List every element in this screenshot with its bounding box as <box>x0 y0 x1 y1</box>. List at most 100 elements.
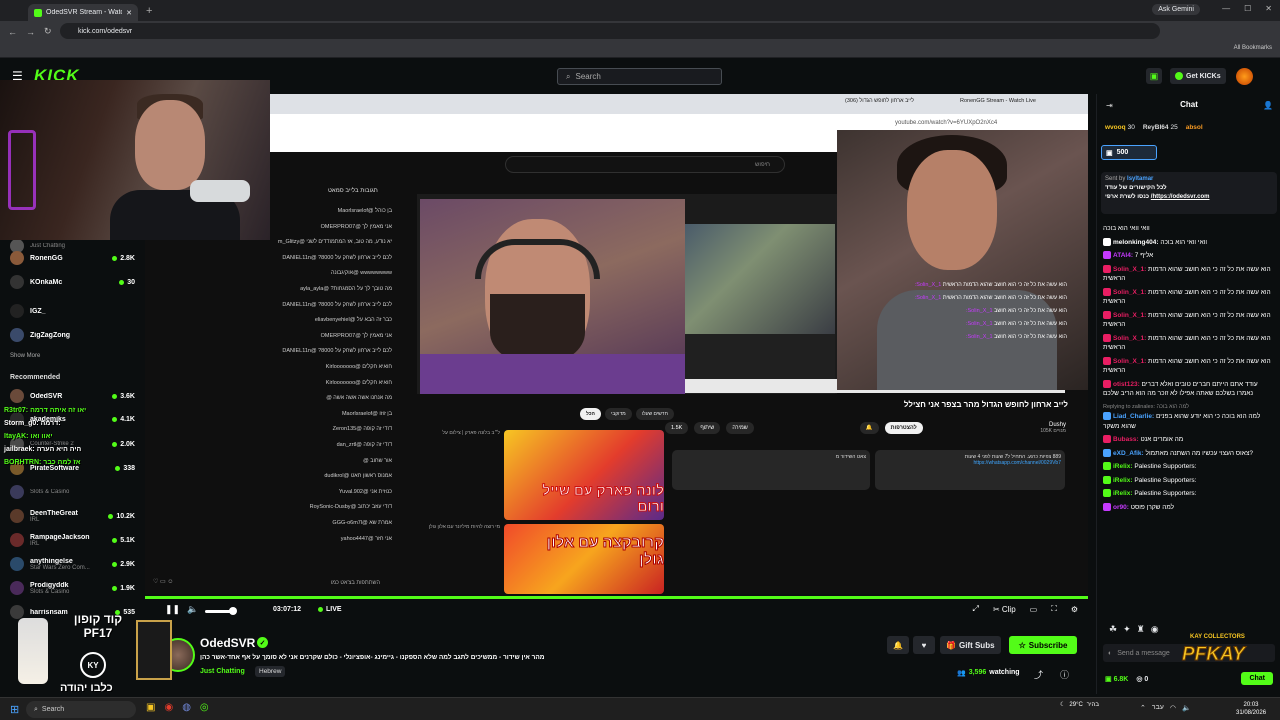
video-player[interactable]: לייב ארחון לחופש הגדול (306) RonenGG Str… <box>145 94 1088 594</box>
gift-icon[interactable]: ▣ <box>1146 68 1162 84</box>
pinned-link[interactable]: https://odedsvr.com/ <box>1151 194 1210 200</box>
minimize-icon[interactable]: — <box>1222 4 1230 13</box>
chat-message[interactable]: ATAI4: אליף 7 <box>1103 251 1275 261</box>
app-icon[interactable]: ◎ <box>200 702 209 713</box>
forward-icon[interactable]: → <box>26 27 35 37</box>
language-tag[interactable]: Hebrew <box>255 666 286 677</box>
taskbar-search[interactable]: ⌕ Search <box>26 701 136 718</box>
chat-users-icon[interactable]: 👤 <box>1263 101 1273 110</box>
chat-message[interactable]: Solin_X_1: הוא עשה את כל זה כי הוא חושב … <box>1103 356 1275 376</box>
chat-username[interactable]: Solin_X_1: <box>1113 312 1146 319</box>
chat-message[interactable]: eXD_Afik: צאוס העצוי עכשיו מה השתנה מאתמ… <box>1103 448 1275 459</box>
chat-message[interactable]: iRelix: Palestine Supporters: <box>1103 462 1275 472</box>
more-options-icon[interactable]: ⓘ <box>1060 668 1069 681</box>
chat-username[interactable]: Solin_X_1: <box>1113 266 1146 273</box>
sidebar-channel-deenthegreat[interactable]: DeenTheGreat IRL 10.2K <box>10 504 135 528</box>
chat-message[interactable]: Solin_X_1: הוא עשה את כל זה כי הוא חושב … <box>1103 264 1275 284</box>
chat-username[interactable]: Solin_X_1: <box>1113 335 1146 342</box>
wifi-icon[interactable]: ◠ <box>1170 704 1176 712</box>
url-field[interactable]: kick.com/odedsvr <box>60 23 1160 39</box>
sidebar-channel-ronengg[interactable]: RonenGG 2.8K <box>10 246 135 270</box>
chat-username[interactable]: or90: <box>1113 504 1129 511</box>
volume-icon[interactable]: 🔈 <box>1182 704 1191 712</box>
close-tab-icon[interactable]: ✕ <box>126 9 132 17</box>
sidebar-channel-prodigyddk[interactable]: Prodigyddk Slots & Casino 1.9K <box>10 576 135 600</box>
fullscreen-exit-icon[interactable]: ⤢ <box>973 604 979 614</box>
sidebar-channel-zigzagzong[interactable]: ZigZagZong <box>10 323 135 347</box>
volume-knob[interactable] <box>229 607 237 615</box>
kicks-balance[interactable]: ▣ 6.8K <box>1105 675 1128 683</box>
back-icon[interactable]: ← <box>8 27 17 37</box>
settings-icon[interactable]: ⚙ <box>1071 605 1078 614</box>
chat-message[interactable]: Solin_X_1: הוא עשה את כל זה כי הוא חושב … <box>1103 310 1275 330</box>
all-bookmarks-button[interactable]: All Bookmarks <box>1234 45 1272 51</box>
live-indicator[interactable]: LIVE <box>318 606 342 613</box>
user-avatar[interactable] <box>1236 68 1253 85</box>
chat-username[interactable]: Solin_X_1: <box>1113 289 1146 296</box>
pinned-message[interactable]: Sent by Isyltamar לכל הקישורים של עודד h… <box>1101 172 1277 214</box>
chat-message[interactable]: Replying to zalinalex: למה הוא בוכה Liad_… <box>1103 403 1275 432</box>
discord-icon[interactable]: ◍ <box>182 702 191 713</box>
browser-tab[interactable]: OdedSVR Stream - Watch L ✕ <box>28 4 138 21</box>
share-icon[interactable]: ⤴ <box>1034 668 1043 681</box>
live-progress-bar[interactable] <box>145 596 1088 599</box>
chat-username[interactable]: Liad_Charlie: <box>1113 413 1154 420</box>
chat-message[interactable]: melonking404: וואי וואי הוא בוכה <box>1103 237 1275 248</box>
maximize-icon[interactable]: ☐ <box>1244 4 1251 13</box>
sidebar-channel[interactable]: Slots & Casino <box>10 480 135 504</box>
sidebar-channel-konkamc[interactable]: KOnkaMc 30 <box>10 270 135 294</box>
reload-icon[interactable]: ↻ <box>44 26 52 37</box>
chat-username[interactable]: ATAI4: <box>1113 252 1133 259</box>
new-tab-icon[interactable]: + <box>146 5 152 17</box>
chat-username[interactable]: iRelix: <box>1113 490 1133 497</box>
gifter[interactable]: absol <box>1186 124 1203 131</box>
sidebar-channel-anythingelse[interactable]: anythingelse Star Wars Zero Com... 2.9K <box>10 552 135 576</box>
chat-username[interactable]: iRelix: <box>1113 477 1133 484</box>
gifter[interactable]: wvooq 30 <box>1105 124 1135 131</box>
show-more-button[interactable]: Show More <box>10 353 40 359</box>
chrome-icon[interactable]: ◉ <box>164 702 173 713</box>
chat-message[interactable]: iRelix: Palestine Supporters: <box>1103 489 1275 499</box>
ask-gemini-button[interactable]: Ask Gemini <box>1152 4 1200 15</box>
keyboard-lang[interactable]: עבר <box>1152 704 1164 712</box>
theater-mode-icon[interactable]: ▭ <box>1030 605 1038 614</box>
chat-username[interactable]: otist123: <box>1113 381 1140 388</box>
emote-icon[interactable]: ✦ <box>1123 624 1131 635</box>
channel-points[interactable]: ◎ 0 <box>1136 675 1148 683</box>
streamer-name[interactable]: OdedSVR <box>200 636 255 650</box>
notification-bell-button[interactable]: 🔔 <box>887 636 909 654</box>
follow-heart-button[interactable]: ♥ <box>913 636 935 654</box>
sidebar-channel-igz[interactable]: IGZ_ <box>10 299 135 323</box>
gifter[interactable]: ReyBI64 25 <box>1143 124 1178 131</box>
gift-subs-button[interactable]: 🎁 Gift Subs <box>940 636 1001 654</box>
chat-message[interactable]: iRelix: Palestine Supporters: <box>1103 475 1275 486</box>
chat-message[interactable]: Solin_X_1: הוא עשה את כל זה כי הוא חושב … <box>1103 287 1275 307</box>
chat-message[interactable]: Bubass: מה אומרים אנט <box>1103 435 1275 445</box>
chat-message[interactable]: otist123: עודד אתם הייתם חברים טובים ואל… <box>1103 379 1275 399</box>
subscribe-button[interactable]: ☆ Subscribe <box>1009 636 1077 654</box>
clip-button[interactable]: ✂ Clip <box>993 605 1016 614</box>
chat-username[interactable]: Solin_X_1: <box>1113 358 1146 365</box>
chat-username[interactable]: melonking404: <box>1113 239 1159 246</box>
chat-username[interactable]: iRelix: <box>1113 463 1133 470</box>
emote-icon[interactable]: ☘ <box>1109 624 1117 635</box>
kicks-tip-badge[interactable]: ▣ 500 <box>1101 145 1157 160</box>
file-explorer-icon[interactable]: ▣ <box>146 702 155 713</box>
chat-message[interactable]: וואי וואי הוא בוכה <box>1103 224 1275 234</box>
taskbar-clock[interactable]: 20:03 31/08/2026 <box>1236 701 1266 717</box>
chat-message[interactable]: or90: למה שקרן פוסט <box>1103 502 1275 513</box>
emote-icon[interactable]: ♜ <box>1137 624 1145 635</box>
get-kicks-button[interactable]: Get KICKs <box>1170 68 1226 84</box>
search-input[interactable]: ⌕ Search <box>557 68 722 85</box>
tray-chevron-icon[interactable]: ⌃ <box>1140 704 1146 712</box>
emote-icon[interactable]: ◉ <box>1151 624 1159 635</box>
chat-message[interactable]: Solin_X_1: הוא עשה את כל זה כי הוא חושב … <box>1103 333 1275 353</box>
fullscreen-icon[interactable]: ⛶ <box>1051 604 1057 614</box>
chat-username[interactable]: eXD_Afik: <box>1113 450 1144 457</box>
windows-start-icon[interactable]: ⊞ <box>10 703 19 716</box>
sidebar-channel-rampagejackson[interactable]: RampageJackson IRL 5.1K <box>10 528 135 552</box>
taskbar-weather[interactable]: ☾ 29°C בהיר <box>1060 701 1099 709</box>
chat-username[interactable]: Bubass: <box>1113 436 1139 443</box>
stream-category-link[interactable]: Just Chatting <box>200 668 245 675</box>
close-window-icon[interactable]: ✕ <box>1265 4 1272 13</box>
